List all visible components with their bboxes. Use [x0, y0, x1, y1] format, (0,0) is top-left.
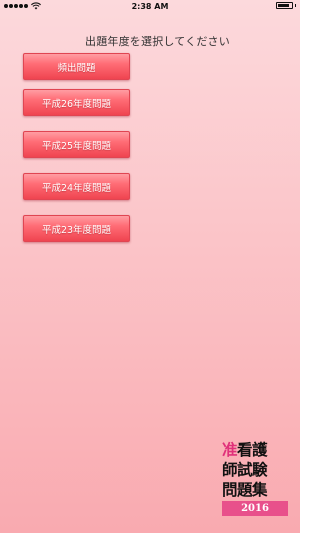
- year-select-prompt: 出題年度を選択してください: [85, 35, 230, 48]
- heisei-26-button[interactable]: 平成26年度問題: [23, 89, 130, 116]
- heisei-24-button[interactable]: 平成24年度問題: [23, 173, 130, 200]
- status-bar: 2:38 AM: [0, 0, 300, 14]
- logo-line-1: 准看護: [222, 440, 292, 460]
- heisei-25-button[interactable]: 平成25年度問題: [23, 131, 130, 158]
- heisei-23-button[interactable]: 平成23年度問題: [23, 215, 130, 242]
- logo-line-2: 師試験: [222, 461, 268, 479]
- status-time: 2:38 AM: [131, 2, 169, 11]
- app-screen: 2:38 AM 出題年度を選択してください 頻出問題 平成26年度問題 平成25…: [0, 0, 300, 533]
- battery-tip: [295, 4, 296, 7]
- logo-accent-char: 准: [222, 441, 238, 459]
- frequent-questions-button[interactable]: 頻出問題: [23, 53, 130, 80]
- app-logo: 准看護 師試験 問題集 2016: [222, 440, 292, 518]
- logo-line-3: 問題集: [222, 481, 268, 499]
- battery-icon: [276, 2, 293, 9]
- logo-line-1-rest: 看護: [237, 441, 268, 459]
- logo-year-badge: 2016: [222, 501, 288, 516]
- status-right: [276, 2, 296, 9]
- battery-fill: [278, 4, 290, 7]
